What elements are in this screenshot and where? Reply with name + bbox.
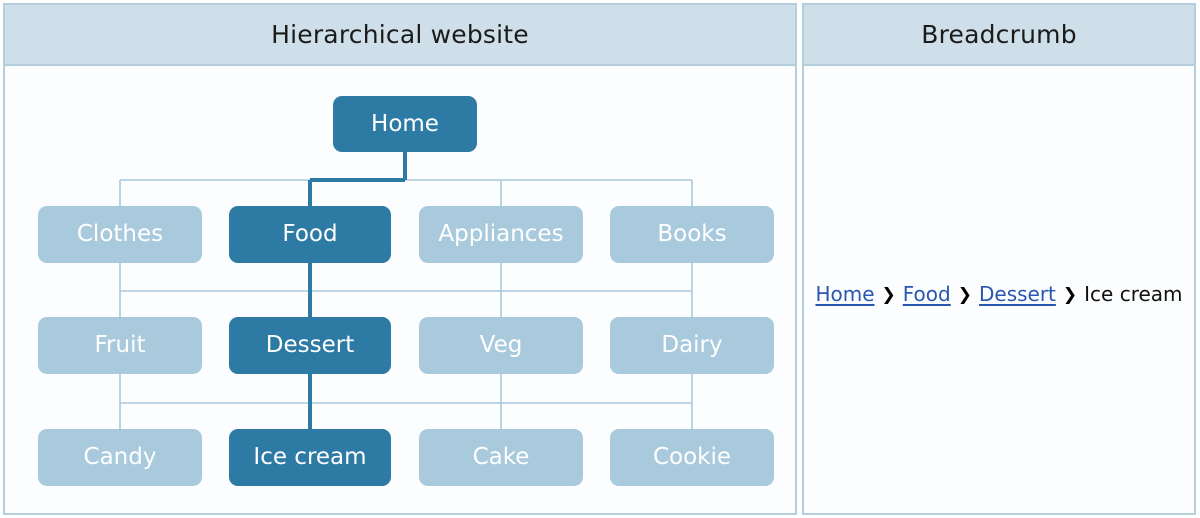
tree-node-label: Dessert	[265, 332, 355, 358]
tree-node-label: Home	[371, 110, 439, 137]
tree-node-label: Ice cream	[253, 444, 367, 470]
site-tree: Home Clothes Food Appliances Books Fruit Desse…	[5, 66, 795, 513]
tree-node-cake[interactable]: Cake	[419, 429, 583, 486]
diagram-root: Hierarchical website Home Clothes Food Appl…	[0, 0, 1200, 518]
tree-node-label: Candy	[83, 444, 157, 470]
breadcrumb-title: Breadcrumb	[921, 20, 1077, 49]
tree-node-dairy[interactable]: Dairy	[610, 317, 774, 374]
hierarchical-website-panel: Hierarchical website Home Clothes Food Appl…	[3, 3, 797, 515]
breadcrumb-item-ice-cream: Ice cream	[1084, 282, 1183, 306]
breadcrumb-item-home[interactable]: Home	[815, 284, 874, 304]
breadcrumb-body: Home ❯ Food ❯ Dessert ❯ Ice cream	[804, 66, 1194, 513]
hierarchical-website-title: Hierarchical website	[271, 20, 529, 49]
tree-node-label: Fruit	[94, 332, 146, 358]
tree-node-candy[interactable]: Candy	[38, 429, 202, 486]
tree-node-label: Books	[657, 221, 727, 247]
tree-node-label: Cake	[472, 444, 530, 470]
tree-node-ice-cream[interactable]: Ice cream	[229, 429, 391, 486]
tree-node-label: Veg	[479, 332, 523, 358]
tree-node-clothes[interactable]: Clothes	[38, 206, 202, 263]
breadcrumb-item-dessert[interactable]: Dessert	[979, 284, 1056, 304]
tree-node-label: Cookie	[652, 444, 732, 470]
breadcrumb-item-food[interactable]: Food	[903, 284, 951, 304]
tree-node-dessert[interactable]: Dessert	[229, 317, 391, 374]
breadcrumb-separator-icon: ❯	[1062, 285, 1078, 305]
tree-node-home[interactable]: Home	[333, 96, 477, 152]
breadcrumb-panel: Breadcrumb Home ❯ Food ❯ Dessert ❯ Ice cream	[802, 3, 1196, 515]
tree-node-books[interactable]: Books	[610, 206, 774, 263]
tree-node-label: Dairy	[661, 332, 723, 358]
tree-node-veg[interactable]: Veg	[419, 317, 583, 374]
tree-node-fruit[interactable]: Fruit	[38, 317, 202, 374]
hierarchical-website-header: Hierarchical website	[5, 5, 795, 66]
breadcrumb-header: Breadcrumb	[804, 5, 1194, 66]
hierarchical-website-body: Home Clothes Food Appliances Books Fruit Desse…	[5, 66, 795, 513]
breadcrumb-trail: Home ❯ Food ❯ Dessert ❯ Ice cream	[804, 284, 1194, 306]
tree-node-label: Appliances	[438, 221, 564, 247]
breadcrumb-separator-icon: ❯	[881, 285, 896, 305]
tree-node-cookie[interactable]: Cookie	[610, 429, 774, 486]
tree-node-appliances[interactable]: Appliances	[419, 206, 583, 263]
tree-node-label: Food	[282, 221, 338, 247]
tree-node-label: Clothes	[76, 221, 164, 247]
breadcrumb-separator-icon: ❯	[957, 285, 972, 305]
tree-node-food[interactable]: Food	[229, 206, 391, 263]
